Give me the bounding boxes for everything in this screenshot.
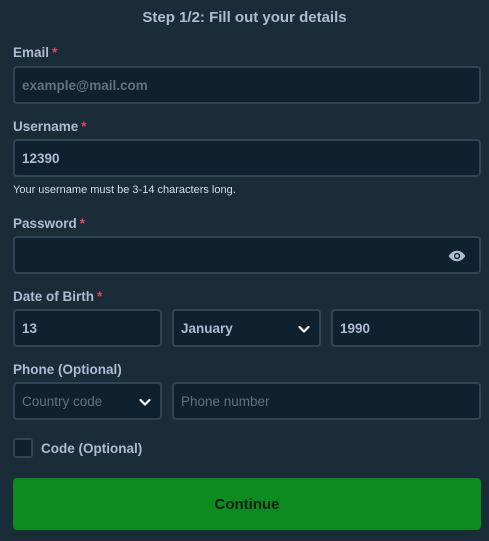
email-label-text: Email: [13, 45, 50, 60]
username-label: Username *: [13, 119, 87, 134]
chevron-down-icon: [139, 398, 151, 406]
required-mark: *: [52, 45, 58, 60]
dob-day-value: 13: [22, 320, 38, 336]
dob-label-text: Date of Birth: [13, 289, 94, 304]
phone-number-placeholder: Phone number: [181, 393, 270, 409]
email-label: Email *: [13, 45, 57, 60]
dob-year-field[interactable]: 1990: [331, 309, 481, 347]
dob-year-value: 1990: [340, 320, 371, 336]
chevron-down-icon: [298, 325, 310, 333]
required-mark: *: [97, 289, 103, 304]
phone-label-text: Phone (Optional): [13, 362, 122, 377]
email-field[interactable]: example@mail.com: [13, 66, 481, 104]
eye-icon[interactable]: [448, 249, 466, 263]
required-mark: *: [79, 216, 86, 231]
username-value: 12390: [22, 150, 60, 166]
email-placeholder: example@mail.com: [22, 77, 148, 93]
required-mark: *: [81, 119, 87, 134]
dob-label: Date of Birth *: [13, 289, 102, 304]
form-title: Step 1/2: Fill out your details: [142, 9, 347, 26]
dob-month-select[interactable]: January: [172, 309, 321, 347]
country-code-placeholder: Country code: [22, 393, 103, 409]
phone-number-field[interactable]: Phone number: [172, 382, 481, 420]
country-code-select[interactable]: Country code: [13, 382, 162, 420]
phone-label: Phone (Optional): [13, 362, 122, 377]
username-hint: Your username must be 3-14 characters lo…: [13, 184, 236, 196]
username-field[interactable]: 12390: [13, 139, 481, 177]
password-field[interactable]: [13, 236, 481, 274]
password-label-text: Password: [13, 216, 77, 231]
continue-button[interactable]: Continue: [13, 478, 481, 530]
dob-month-value: January: [181, 320, 233, 336]
dob-day-field[interactable]: 13: [13, 309, 162, 347]
code-checkbox-label[interactable]: Code (Optional): [41, 441, 142, 456]
code-checkbox[interactable]: [13, 438, 33, 458]
username-label-text: Username: [13, 119, 79, 134]
password-label: Password *: [13, 216, 85, 231]
